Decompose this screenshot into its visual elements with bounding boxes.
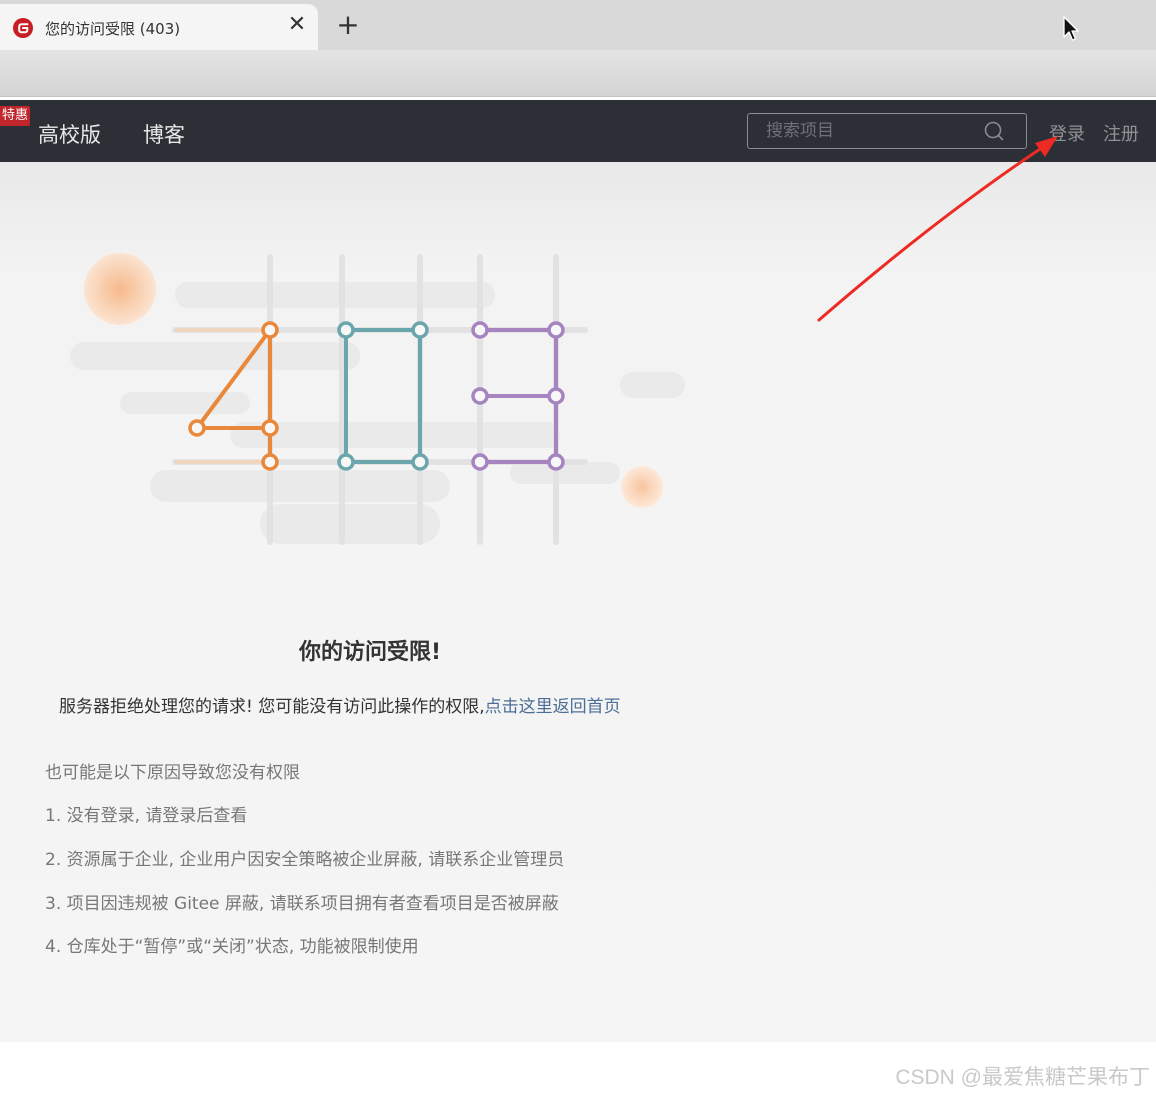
search-box [747,113,1027,149]
promo-badge[interactable]: 特惠 [0,106,30,126]
tab-title: 您的访问受限 (403) [45,20,181,38]
error-description: 服务器拒绝处理您的请求! 您可能没有访问此操作的权限,点击这里返回首页 [59,692,621,717]
browser-tab-strip: 您的访问受限 (403) ✕ + [0,0,1156,50]
reason-item: 3. 项目因违规被 Gitee 屏蔽, 请联系项目拥有者查看项目是否被屏蔽 [45,894,559,914]
reasons-heading: 也可能是以下原因导致您没有权限 [45,763,300,783]
mouse-cursor-icon [1063,16,1079,41]
tab-close-icon[interactable]: ✕ [286,13,308,37]
reason-item: 4. 仓库处于“暂停”或“关闭”状态, 功能被限制使用 [45,937,419,957]
watermark-text: CSDN @最爱焦糖芒果布丁 [895,1066,1150,1089]
browser-tab-active[interactable]: 您的访问受限 (403) ✕ [0,4,318,50]
browser-toolbar [0,50,1156,97]
cloud-shapes [70,282,685,544]
search-input[interactable] [748,114,992,148]
reason-item: 1. 没有登录, 请登录后查看 [45,806,248,826]
nav-link-blog[interactable]: 博客 [143,119,185,149]
reason-item: 2. 资源属于企业, 企业用户因安全策略被企业屏蔽, 请联系企业管理员 [45,850,565,870]
error-page-content: 你的访问受限! 服务器拒绝处理您的请求! 您可能没有访问此操作的权限,点击这里返… [0,162,1156,1042]
login-link[interactable]: 登录 [1049,120,1085,146]
error-description-text: 服务器拒绝处理您的请求! 您可能没有访问此操作的权限, [59,697,485,717]
site-header: 特惠 高校版 博客 登录 注册 [0,100,1156,162]
decorative-sun [84,253,156,325]
nav-link-education[interactable]: 高校版 [38,119,101,149]
new-tab-button[interactable]: + [336,11,360,39]
return-home-link[interactable]: 点击这里返回首页 [485,697,621,717]
error-title: 你的访问受限! [298,640,442,665]
error-403-illustration [70,253,685,545]
gitee-favicon-icon [13,18,33,38]
decorative-sun-small [621,466,663,508]
search-icon[interactable] [984,121,1004,141]
register-link[interactable]: 注册 [1103,120,1139,146]
